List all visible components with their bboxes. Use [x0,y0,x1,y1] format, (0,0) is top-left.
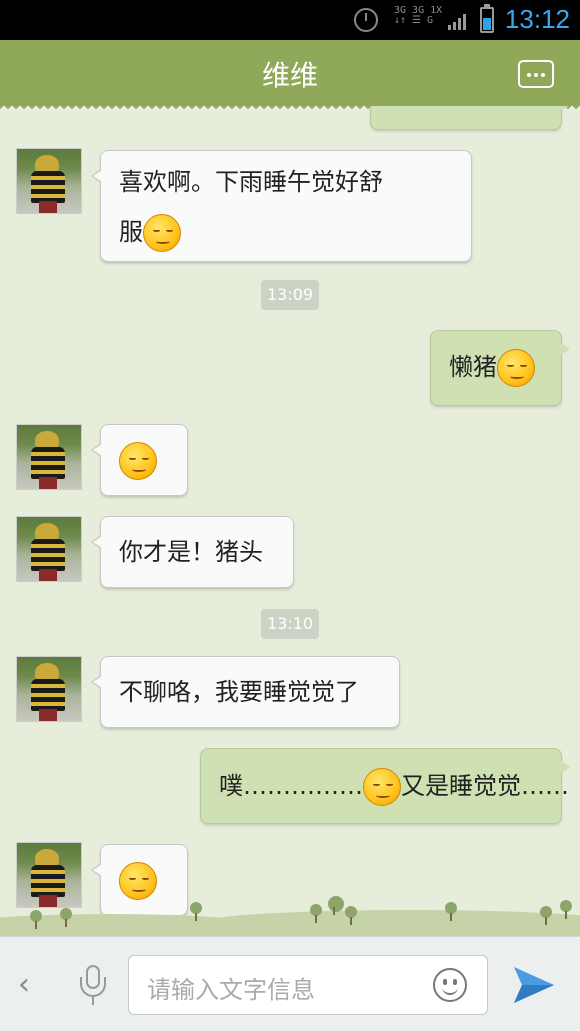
contact-avatar[interactable] [16,656,82,722]
landscape-decoration [0,890,580,936]
message-bubble-outgoing[interactable]: 懒猪 [430,330,570,406]
message-bubble-incoming[interactable]: 你才是！猪头 [91,516,294,588]
message-text: 喜欢啊。下雨睡午觉好舒 [119,168,383,196]
network-activity-label: ↓↑ ☰ G [394,15,434,26]
message-bubble-incoming[interactable]: 喜欢啊。下雨睡午觉好舒 服 [91,150,472,262]
status-bar: 3G 3G 1X ↓↑ ☰ G 13:12 [0,0,580,40]
message-text: 你才是！猪头 [119,538,263,566]
chat-title: 维维 [261,59,318,92]
battery-icon [480,4,494,33]
message-bubble-incoming[interactable]: 不聊咯，我要睡觉觉了 [91,656,400,728]
contact-avatar[interactable] [16,148,82,214]
signal-icon [448,14,468,30]
smile-emoji-icon [143,214,181,252]
contact-avatar[interactable] [16,424,82,490]
timestamp: 13:09 [261,280,319,310]
message-bubble-outgoing[interactable]: 噗…………… 又是睡觉觉…… [200,748,570,824]
message-text: 不聊咯，我要睡觉觉了 [119,678,359,706]
yawn-emoji-icon [363,768,401,806]
yawn-emoji-icon [497,349,535,387]
network-indicator: 3G 3G 1X ↓↑ ☰ G [394,6,442,26]
message-text: 服 [119,218,143,246]
alarm-icon [354,8,378,32]
title-bar: 维维 [0,40,580,112]
more-dots-icon[interactable] [518,60,554,88]
timestamp: 13:10 [261,609,319,639]
contact-avatar[interactable] [16,516,82,582]
message-bubble-incoming[interactable] [91,424,188,496]
message-bubble-partial [370,106,570,130]
content-emoji-icon [119,442,157,480]
send-icon[interactable] [512,963,556,1007]
microphone-icon[interactable] [80,965,106,1007]
message-input-placeholder: 请输入文字信息 [147,976,315,1004]
input-bar: ‹ 请输入文字信息 [0,936,580,1031]
message-input[interactable]: 请输入文字信息 [128,955,488,1015]
chat-area[interactable]: 喜欢啊。下雨睡午觉好舒 服 13:09 懒猪 你才是！猪头 13:10 不聊咯，… [0,106,580,936]
chevron-left-icon[interactable]: ‹ [18,967,30,1002]
clock: 13:12 [504,4,570,34]
smiley-icon[interactable] [433,968,467,1002]
message-text: 懒猪 [449,353,497,381]
message-text: 噗…………… [219,772,363,800]
message-text: 又是睡觉觉…… [401,772,569,800]
